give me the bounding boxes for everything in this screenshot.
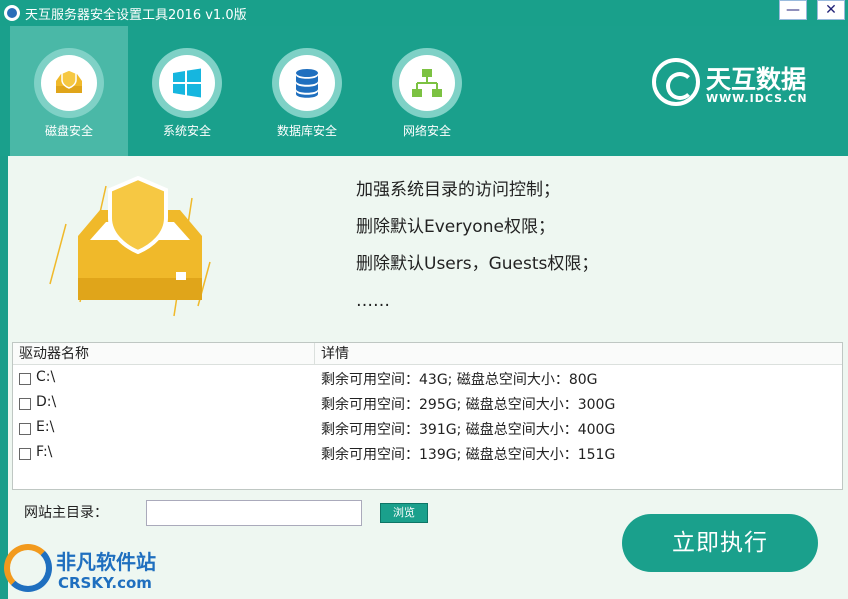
- tab-network-security[interactable]: 网络安全: [368, 26, 486, 156]
- table-row[interactable]: D:\ 剩余可用空间：295G; 磁盘总空间大小：300G: [13, 392, 842, 417]
- crsky-watermark: 非凡软件站 CRSKY.com: [0, 538, 168, 599]
- drive-checkbox[interactable]: [19, 448, 31, 460]
- nav-icon-ring: [272, 48, 342, 118]
- drive-checkbox[interactable]: [19, 398, 31, 410]
- description-line: ……: [356, 291, 390, 311]
- feature-description: 加强系统目录的访问控制； 删除默认Everyone权限； 删除默认Users，G…: [356, 178, 598, 326]
- disk-shield-icon: [56, 69, 82, 93]
- tab-system-security[interactable]: 系统安全: [128, 26, 246, 156]
- watermark-cn: 非凡软件站: [56, 550, 156, 574]
- network-icon: [412, 69, 442, 97]
- drive-detail: 剩余可用空间：391G; 磁盘总空间大小：400G: [321, 422, 616, 438]
- drive-detail: 剩余可用空间：139G; 磁盘总空间大小：151G: [321, 447, 616, 463]
- minimize-button[interactable]: —: [779, 0, 807, 20]
- crsky-logo-icon: [4, 544, 52, 592]
- tab-label: 数据库安全: [276, 124, 337, 138]
- nav-icon-ring: [392, 48, 462, 118]
- disk-shield-illustration-icon: [49, 175, 211, 317]
- brand-logo: 天互数据 WWW.IDCS.CN: [652, 58, 832, 118]
- drive-name: D:\: [36, 394, 57, 410]
- table-row[interactable]: E:\ 剩余可用空间：391G; 磁盘总空间大小：400G: [13, 417, 842, 442]
- execute-button[interactable]: 立即执行: [622, 514, 818, 572]
- description-line: 加强系统目录的访问控制；: [356, 180, 560, 200]
- brand-name: 天互数据: [706, 65, 807, 94]
- drive-detail: 剩余可用空间：295G; 磁盘总空间大小：300G: [321, 397, 616, 413]
- close-button[interactable]: ✕: [817, 0, 845, 20]
- site-root-label: 网站主目录：: [24, 505, 108, 521]
- watermark-en: CRSKY.com: [58, 574, 152, 592]
- drive-name: C:\: [36, 369, 56, 385]
- drive-name: E:\: [36, 419, 55, 435]
- table-row[interactable]: F:\ 剩余可用空间：139G; 磁盘总空间大小：151G: [13, 442, 842, 467]
- table-row[interactable]: C:\ 剩余可用空间：43G; 磁盘总空间大小：80G: [13, 367, 842, 392]
- browse-button[interactable]: 浏览: [380, 503, 428, 523]
- database-icon: [296, 69, 318, 98]
- column-header-details[interactable]: 详情: [315, 343, 842, 365]
- app-icon: [4, 5, 20, 21]
- title-bar: 天互服务器安全设置工具2016 v1.0版 — ✕: [0, 0, 848, 26]
- description-line: 删除默认Everyone权限；: [356, 217, 555, 237]
- disk-security-panel: 加强系统目录的访问控制； 删除默认Everyone权限； 删除默认Users，G…: [8, 156, 848, 599]
- drive-checkbox[interactable]: [19, 373, 31, 385]
- tab-label: 系统安全: [162, 124, 211, 138]
- drive-detail: 剩余可用空间：43G; 磁盘总空间大小：80G: [321, 372, 598, 388]
- column-header-drive-name[interactable]: 驱动器名称: [13, 343, 315, 365]
- drive-checkbox[interactable]: [19, 423, 31, 435]
- header: 磁盘安全 系统安全 数据库安全 网络安全 天互数据 WWW.IDCS.CN: [0, 26, 848, 156]
- drive-table: 驱动器名称 详情 C:\ 剩余可用空间：43G; 磁盘总空间大小：80G D:\…: [12, 342, 843, 490]
- nav-icon-ring: [152, 48, 222, 118]
- site-root-input[interactable]: [146, 500, 362, 526]
- tab-database-security[interactable]: 数据库安全: [248, 26, 366, 156]
- window-title: 天互服务器安全设置工具2016 v1.0版: [25, 8, 247, 23]
- tab-label: 网络安全: [402, 124, 451, 138]
- brand-mark-icon: [652, 58, 700, 106]
- drive-name: F:\: [36, 444, 53, 460]
- description-line: 删除默认Users，Guests权限；: [356, 254, 599, 274]
- tab-label: 磁盘安全: [44, 124, 93, 138]
- nav-icon-ring: [34, 48, 104, 118]
- brand-url: WWW.IDCS.CN: [706, 92, 808, 105]
- tab-disk-security[interactable]: 磁盘安全: [10, 26, 128, 156]
- windows-icon: [173, 68, 201, 98]
